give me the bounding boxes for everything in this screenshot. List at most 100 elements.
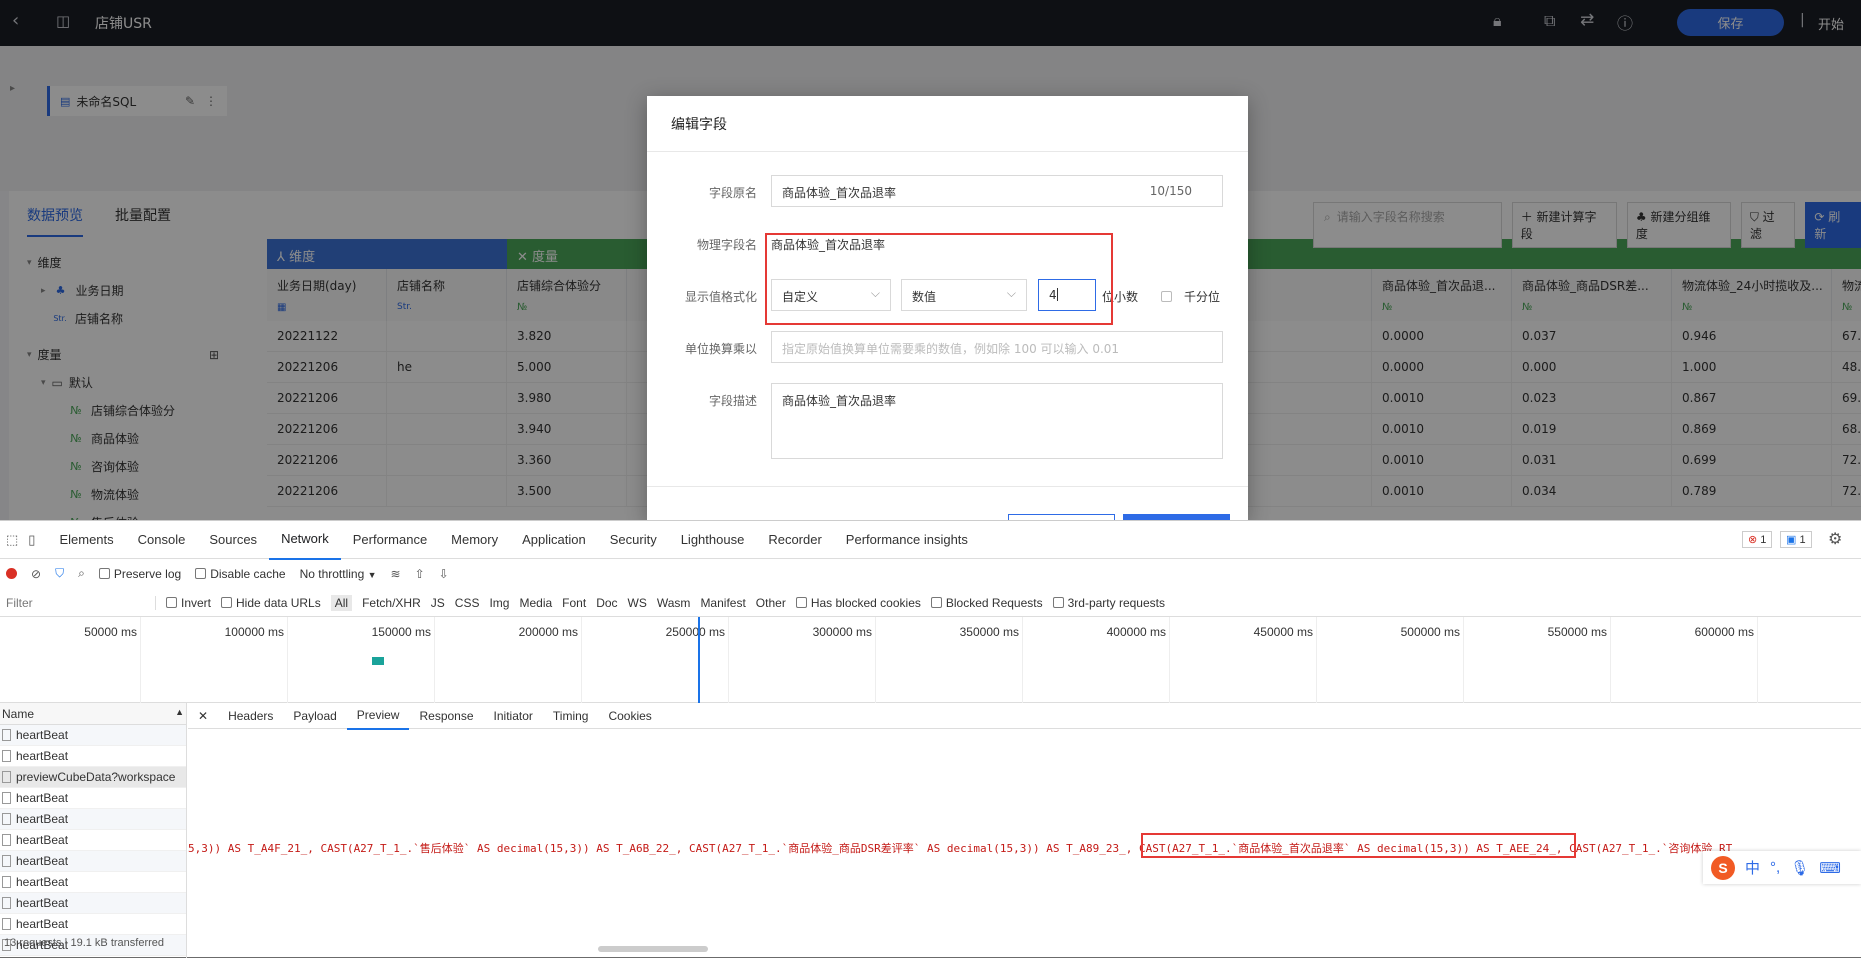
- tab-console[interactable]: Console: [126, 521, 198, 559]
- filter-type-11[interactable]: Wasm: [657, 596, 691, 610]
- orig-name-input[interactable]: 商品体验_首次品退率 10/150: [771, 175, 1223, 207]
- close-icon[interactable]: ✕: [188, 703, 218, 729]
- filter-type-label: Doc: [596, 595, 618, 610]
- request-row[interactable]: heartBeat: [0, 746, 186, 767]
- checkbox-box[interactable]: [930, 596, 942, 608]
- tab-lighthouse[interactable]: Lighthouse: [669, 521, 757, 559]
- wifi-icon[interactable]: ≋: [391, 567, 401, 581]
- checkbox-box[interactable]: [1161, 291, 1172, 302]
- clear-icon[interactable]: ⊘: [31, 567, 41, 581]
- format-kind-select[interactable]: 数值 ⌵: [901, 279, 1027, 311]
- filter-icon[interactable]: ⛉: [55, 566, 64, 581]
- checkbox-box[interactable]: [166, 596, 177, 608]
- settings-gear-icon[interactable]: ⚙: [1828, 529, 1842, 549]
- document-icon: [2, 918, 11, 930]
- request-row[interactable]: heartBeat: [0, 872, 186, 893]
- filter-type-10[interactable]: WS: [628, 596, 647, 610]
- tab-application[interactable]: Application: [510, 521, 598, 559]
- unit-label: 单位换算乘以: [684, 342, 757, 356]
- checkbox-label: Disable cache: [210, 566, 286, 581]
- tab-recorder[interactable]: Recorder: [756, 521, 833, 559]
- filter-input[interactable]: Filter: [6, 595, 156, 610]
- keyboard-icon[interactable]: ⌨: [1819, 859, 1841, 877]
- unit-multiplier-input[interactable]: 指定原始值换算单位需要乘的数值，例如除 100 可以输入 0.01: [771, 331, 1223, 363]
- message-badge[interactable]: ▣ 1: [1780, 531, 1812, 548]
- timeline-tick-label: 300000 ms: [812, 625, 872, 639]
- checkbox-box[interactable]: [98, 567, 110, 579]
- timeline-tick-label: 200000 ms: [518, 625, 578, 639]
- throttling-select[interactable]: No throttling ▼: [300, 567, 377, 581]
- decimals-input[interactable]: 4: [1038, 279, 1096, 311]
- filter-type-4[interactable]: JS: [431, 596, 445, 610]
- microphone-icon[interactable]: 🎙︎: [1790, 859, 1809, 877]
- filter-type-13[interactable]: Other: [756, 596, 786, 610]
- network-timeline[interactable]: 50000 ms 100000 ms 150000 ms 200000 ms 25000…: [0, 617, 1861, 703]
- filter-type-9[interactable]: Doc: [596, 596, 617, 610]
- checkbox-box[interactable]: [221, 596, 233, 608]
- timeline-gridline: [1169, 617, 1170, 703]
- filter-type-2[interactable]: All: [330, 594, 353, 611]
- tab-payload[interactable]: Payload: [283, 703, 346, 729]
- tab-timing[interactable]: Timing: [543, 703, 599, 729]
- punctuation-icon[interactable]: °,: [1770, 859, 1780, 876]
- device-toggle-icon[interactable]: ▯: [24, 532, 47, 548]
- timeline-request-bar: [372, 657, 384, 665]
- request-row[interactable]: heartBeat: [0, 851, 186, 872]
- checkbox-box[interactable]: [1052, 596, 1064, 608]
- filter-type-0[interactable]: Invert: [166, 596, 211, 610]
- filter-type-1[interactable]: Hide data URLs: [221, 596, 321, 610]
- error-badge[interactable]: ⊗ 1: [1742, 531, 1773, 548]
- filter-type-8[interactable]: Font: [562, 596, 586, 610]
- description-textarea[interactable]: 商品体验_首次品退率: [771, 383, 1223, 459]
- tab-cookies[interactable]: Cookies: [598, 703, 661, 729]
- filter-type-14[interactable]: Has blocked cookies: [795, 595, 921, 610]
- search-icon[interactable]: ⌕: [78, 566, 85, 581]
- tab-preview[interactable]: Preview: [346, 702, 410, 730]
- filter-type-7[interactable]: Media: [519, 596, 552, 610]
- document-icon: [2, 897, 11, 909]
- format-type-select[interactable]: 自定义 ⌵: [771, 279, 891, 311]
- preserve-log-checkbox[interactable]: Preserve log: [98, 567, 181, 581]
- request-row[interactable]: heartBeat: [0, 788, 186, 809]
- request-row[interactable]: previewCubeData?workspace: [0, 767, 186, 788]
- checkbox-box[interactable]: [195, 567, 207, 579]
- tab-security[interactable]: Security: [598, 521, 669, 559]
- inspect-icon[interactable]: ⬚: [0, 532, 24, 548]
- tab-initiator[interactable]: Initiator: [484, 703, 543, 729]
- tab-response[interactable]: Response: [409, 703, 483, 729]
- network-toolbar: ⊘ ⛉ ⌕ Preserve log Disable cache No thro…: [0, 559, 1861, 617]
- request-row[interactable]: heartBeat: [0, 725, 186, 746]
- filter-type-3[interactable]: Fetch/XHR: [362, 596, 421, 610]
- checkbox-box[interactable]: [795, 596, 807, 608]
- request-row[interactable]: heartBeat: [0, 893, 186, 914]
- download-icon[interactable]: ⇩: [439, 567, 449, 581]
- sort-icon[interactable]: ▲: [175, 707, 184, 717]
- tab-memory[interactable]: Memory: [439, 521, 510, 559]
- request-row[interactable]: heartBeat: [0, 914, 186, 935]
- record-icon[interactable]: [6, 568, 17, 579]
- tab-sources[interactable]: Sources: [197, 521, 269, 559]
- horizontal-scrollbar[interactable]: [598, 946, 708, 952]
- filter-type-5[interactable]: CSS: [455, 596, 480, 610]
- upload-icon[interactable]: ⇧: [415, 567, 425, 581]
- request-count: 13 requests: [4, 937, 62, 949]
- ime-toolbar[interactable]: S 中 °, 🎙︎ ⌨: [1703, 851, 1861, 884]
- thousands-checkbox[interactable]: 千分位: [1161, 288, 1220, 305]
- tab-elements[interactable]: Elements: [47, 521, 125, 559]
- filter-type-12[interactable]: Manifest: [700, 596, 745, 610]
- ime-mode[interactable]: 中: [1745, 857, 1760, 878]
- tab-headers[interactable]: Headers: [218, 703, 283, 729]
- name-column-header[interactable]: Name ▲: [0, 703, 186, 725]
- disable-cache-checkbox[interactable]: Disable cache: [195, 566, 286, 581]
- tab-network[interactable]: Network: [269, 520, 341, 560]
- filter-type-15[interactable]: Blocked Requests: [930, 596, 1043, 610]
- tab-performance[interactable]: Performance: [341, 521, 439, 559]
- filter-type-16[interactable]: 3rd-party requests: [1052, 596, 1165, 610]
- filter-type-label: All: [334, 595, 349, 610]
- tab-performance-insights[interactable]: Performance insights: [834, 521, 980, 559]
- request-row[interactable]: heartBeat: [0, 830, 186, 851]
- filter-type-6[interactable]: Img: [489, 596, 509, 610]
- request-row[interactable]: heartBeat: [0, 809, 186, 830]
- request-name: heartBeat: [16, 728, 69, 742]
- filter-type-label: Has blocked cookies: [810, 595, 921, 610]
